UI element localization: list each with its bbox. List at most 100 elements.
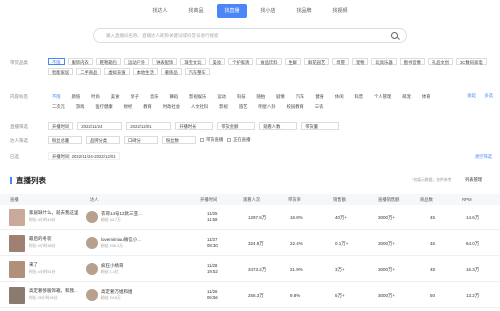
brand-select[interactable]: 品牌分类 <box>86 136 120 144</box>
category-chip[interactable]: 鲜花园艺 <box>304 58 330 65</box>
content-chip[interactable]: 休闲 <box>331 92 348 99</box>
content-chip[interactable]: 二次元 <box>48 102 69 109</box>
live-title[interactable]: 高定奢侈服饰箱，和我... <box>29 288 79 294</box>
sales-select[interactable]: 带货量 <box>301 122 340 130</box>
selected-tag[interactable]: 开播时间: 2022/11/24-2022/12/01 <box>48 152 120 160</box>
content-chip[interactable]: 校园教育 <box>283 102 308 109</box>
content-chip[interactable]: 科普 <box>351 92 368 99</box>
author-name[interactable]: 疯狂小杨哥 <box>101 263 161 269</box>
content-chip[interactable]: 明星八卦 <box>254 102 279 109</box>
content-chip[interactable]: 时尚 <box>87 92 104 99</box>
live-sell-checkbox[interactable]: 带货直播 <box>200 137 223 143</box>
content-chip[interactable]: 亲子 <box>126 92 143 99</box>
category-chip[interactable]: 个护家清 <box>228 58 254 65</box>
tab-find-video[interactable]: 找视频 <box>325 4 355 18</box>
category-chip[interactable]: 母婴 <box>332 58 349 65</box>
content-chip[interactable]: 影视 <box>215 102 232 109</box>
content-chip[interactable]: 运动 <box>213 92 230 99</box>
content-chip[interactable]: 健身 <box>311 92 328 99</box>
live-now-checkbox[interactable]: 正在直播 <box>227 137 250 143</box>
table-row[interactable]: 家居缺什么，就去我这里 时长 4小时43分 衣哥14号12款三亚... 粉丝 44.7… <box>0 206 500 230</box>
table-row[interactable]: 最后的冬装 时长 4小时38分 lovemimiuu微信小... 粉丝 236.3万 1… <box>0 232 500 256</box>
content-chip[interactable]: 不限 <box>48 92 65 99</box>
content-chip[interactable]: 旅艺 <box>235 102 252 109</box>
content-chip[interactable]: 游戏 <box>72 102 89 109</box>
amount-select[interactable]: 带货金额 <box>217 122 256 130</box>
views-select[interactable]: 观看人数 <box>259 122 298 130</box>
start-date-input[interactable]: 2022/11/24 <box>77 122 123 130</box>
category-chip[interactable]: 礼品文创 <box>427 58 454 65</box>
content-chip[interactable]: 三农 <box>311 102 328 109</box>
category-chip[interactable]: 玩具乐器 <box>371 58 397 65</box>
author-name[interactable]: 衣哥14号12款三亚... <box>101 211 161 217</box>
col-rpm[interactable]: RPM <box>462 197 472 202</box>
category-chip[interactable]: 生鲜 <box>284 58 302 65</box>
content-chip[interactable]: 汽车 <box>292 92 309 99</box>
content-chip[interactable]: 教育 <box>139 102 156 109</box>
content-chip[interactable]: 人文社科 <box>187 102 212 109</box>
author-name[interactable]: 高定奢万姐和姐 <box>101 289 161 295</box>
category-chip[interactable]: 3C数码家电 <box>456 58 487 65</box>
content-chip[interactable]: 美食 <box>107 92 124 99</box>
category-chip[interactable]: 奢侈品 <box>160 68 182 75</box>
content-chip[interactable]: 颜值 <box>68 92 85 99</box>
duration-select[interactable]: 开播时长 <box>175 122 214 130</box>
start-clock: 06:56 <box>207 295 218 300</box>
content-chip[interactable]: 影视娱乐 <box>185 92 210 99</box>
end-date-input[interactable]: 2022/12/01 <box>126 122 172 130</box>
multi-select-link[interactable]: 多选 <box>484 93 493 99</box>
content-chip[interactable]: 时政社会 <box>159 102 184 109</box>
content-chip[interactable]: 个人管理 <box>370 92 395 99</box>
category-chip[interactable]: 不限 <box>48 58 65 65</box>
tab-find-product[interactable]: 找商品 <box>181 4 211 18</box>
content-chip[interactable]: 音乐 <box>146 92 163 99</box>
content-chip[interactable]: 科技 <box>233 92 250 99</box>
content-chip[interactable]: 体育 <box>418 92 435 99</box>
content-chip[interactable]: 舞蹈 <box>166 92 183 99</box>
category-chip[interactable]: 汽车整车 <box>184 68 210 75</box>
live-title[interactable]: 最后的冬装 <box>29 236 79 242</box>
list-manage-button[interactable]: 列表管理 <box>465 177 482 183</box>
category-chip[interactable]: 本地生活 <box>132 68 158 75</box>
table-row[interactable]: 来了 时长 4小时51分 疯狂小杨哥 粉丝 1.1亿 11/28 19:52 3473.2万… <box>0 258 500 282</box>
category-chip[interactable]: 宠物 <box>351 58 369 65</box>
search-input[interactable]: 输入直播间名称、直播达人昵称关键词或抖音号进行搜索 <box>93 28 407 43</box>
col-views[interactable]: 观看人次 <box>243 197 260 203</box>
tab-find-live[interactable]: 找直播 <box>217 4 247 18</box>
category-chip[interactable]: 鞋靴箱包 <box>95 58 121 65</box>
live-title[interactable]: 来了 <box>29 262 79 268</box>
tab-find-brand[interactable]: 找品牌 <box>289 4 319 18</box>
live-title[interactable]: 家居缺什么，就去我这里 <box>29 210 79 216</box>
fans-select[interactable]: 粉丝总量 <box>48 136 82 144</box>
content-chip[interactable]: 财经 <box>120 102 137 109</box>
search-icon[interactable] <box>391 32 398 39</box>
category-chip[interactable]: 钟表配饰 <box>152 58 178 65</box>
content-chip[interactable]: 随拍 <box>253 92 270 99</box>
category-chip[interactable]: 食品饮料 <box>256 58 282 65</box>
col-rate[interactable]: 带货率 <box>288 197 301 203</box>
col-items[interactable]: 商品数 <box>420 197 433 203</box>
clear-filter-link[interactable]: 清空筛选 <box>475 154 492 160</box>
col-start[interactable]: 开播时间 <box>200 197 217 203</box>
fan-count-select[interactable]: 粉丝数 <box>162 136 196 144</box>
category-chip[interactable]: 图书音像 <box>399 58 425 65</box>
reputation-select[interactable]: 口碑分 <box>124 136 158 144</box>
table-row[interactable]: 高定奢侈服饰箱，和我... 时长 25小时45分 高定奢万姐和姐 粉丝 24.6万 11… <box>0 284 500 308</box>
content-chip[interactable]: 医疗健康 <box>91 102 116 109</box>
content-chip[interactable]: 萌宠 <box>398 92 415 99</box>
category-chip[interactable]: 二手商品 <box>76 68 102 75</box>
category-chip[interactable]: 虚拟充值 <box>104 68 130 75</box>
category-chip[interactable]: 智能家居 <box>48 68 74 75</box>
tab-find-shop[interactable]: 找小店 <box>253 4 283 18</box>
category-chip[interactable]: 珠宝文玩 <box>180 58 206 65</box>
collapse-link[interactable]: 收起 <box>467 93 476 99</box>
category-chip[interactable]: 服饰内衣 <box>67 58 93 65</box>
col-sales[interactable]: 销售额 <box>333 197 346 203</box>
col-gmv[interactable]: 直播销售额 <box>378 197 399 203</box>
content-chip[interactable]: 剧情 <box>272 92 289 99</box>
author-name[interactable]: lovemimiuu微信小... <box>101 237 161 243</box>
tab-find-influencer[interactable]: 找达人 <box>145 4 175 18</box>
author-fans: 粉丝 1.1亿 <box>101 270 119 274</box>
category-chip[interactable]: 美妆 <box>208 58 226 65</box>
category-chip[interactable]: 运动户外 <box>123 58 150 65</box>
